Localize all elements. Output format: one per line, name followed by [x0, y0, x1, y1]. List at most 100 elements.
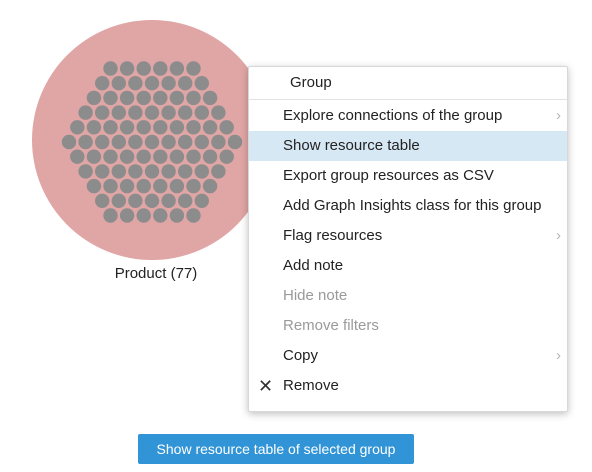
resource-dot: [128, 134, 143, 150]
resource-dot: [178, 134, 193, 150]
resource-dot: [169, 208, 185, 223]
resource-dot: [78, 134, 93, 150]
menu-item-add-graph-insights-class[interactable]: Add Graph Insights class for this group: [249, 191, 567, 221]
menu-item-label: Add note: [283, 257, 344, 274]
chevron-right-icon: ›: [556, 347, 561, 364]
menu-item-hide-note: Hide note: [249, 281, 567, 311]
resource-dot: [95, 193, 110, 208]
resource-dot: [227, 134, 243, 150]
resource-dot: [153, 90, 168, 106]
resource-dot: [136, 120, 151, 135]
resource-dot: [103, 178, 118, 194]
resource-dot: [202, 149, 218, 164]
context-menu-header: Group: [249, 67, 567, 100]
chevron-right-icon: ›: [556, 107, 561, 124]
resource-dot: [178, 105, 193, 120]
resource-dot: [153, 178, 168, 194]
show-resource-table-button[interactable]: Show resource table of selected group: [138, 434, 414, 464]
resource-dot: [219, 149, 234, 164]
resource-dot: [119, 90, 135, 106]
resource-dot: [202, 178, 218, 194]
menu-item-label: Remove filters: [283, 317, 379, 334]
resource-dot: [144, 134, 160, 150]
resource-dot: [111, 134, 127, 150]
resource-dot: [78, 105, 93, 120]
resource-dot: [186, 90, 201, 106]
resource-dot: [95, 105, 110, 120]
resource-dot: [136, 61, 151, 76]
menu-item-flag-resources[interactable]: Flag resources ›: [249, 221, 567, 251]
resource-dot: [78, 164, 93, 179]
resource-dot: [169, 178, 185, 194]
resource-dot: [95, 76, 110, 91]
resource-dot: [128, 193, 143, 208]
group-node-label: Product (77): [114, 265, 198, 282]
resource-dot: [169, 90, 185, 106]
resource-dot: [153, 149, 168, 164]
resource-dot: [136, 149, 151, 164]
resource-dot: [169, 61, 185, 76]
resource-dot: [161, 164, 176, 179]
menu-item-add-note[interactable]: Add note: [249, 251, 567, 281]
resource-dot: [161, 105, 176, 120]
menu-item-label: Show resource table: [283, 137, 420, 154]
resource-dot: [95, 164, 110, 179]
menu-item-label: Remove: [283, 377, 339, 394]
resource-dot: [161, 134, 176, 150]
menu-item-explore-connections[interactable]: Explore connections of the group ›: [249, 101, 567, 131]
resource-dot: [119, 149, 135, 164]
menu-item-label: Export group resources as CSV: [283, 167, 494, 184]
resource-dot: [219, 120, 234, 135]
menu-item-remove-filters: Remove filters: [249, 311, 567, 341]
resource-dot: [70, 120, 85, 135]
resource-dot: [136, 178, 151, 194]
resource-dot: [128, 76, 143, 91]
resource-dot: [86, 178, 102, 194]
resource-dot: [61, 134, 77, 150]
menu-item-label: Copy: [283, 347, 319, 364]
resource-dot: [103, 208, 118, 223]
menu-item-export-csv[interactable]: Export group resources as CSV: [249, 161, 567, 191]
resource-dot: [153, 61, 168, 76]
menu-item-label: Flag resources: [283, 227, 383, 244]
resource-dot: [144, 164, 160, 179]
resource-dot: [194, 134, 209, 150]
resource-dot: [136, 208, 151, 223]
resource-dot: [194, 76, 209, 91]
resource-dot: [178, 76, 193, 91]
group-node-dots: [61, 61, 243, 223]
resource-dot: [144, 76, 160, 91]
resource-dot: [161, 193, 176, 208]
menu-item-show-resource-table[interactable]: Show resource table: [249, 131, 567, 161]
group-node-product[interactable]: [32, 20, 272, 260]
context-menu-list: Explore connections of the group › Show …: [249, 101, 567, 401]
resource-dot: [128, 164, 143, 179]
resource-dot: [119, 208, 135, 223]
resource-dot: [103, 61, 118, 76]
menu-item-remove[interactable]: ✕ Remove: [249, 371, 567, 401]
resource-dot: [103, 90, 118, 106]
resource-dot: [211, 134, 226, 150]
resource-dot: [111, 76, 127, 91]
resource-dot: [95, 134, 110, 150]
menu-item-copy[interactable]: Copy ›: [249, 341, 567, 371]
resource-dot: [202, 120, 218, 135]
resource-dot: [153, 208, 168, 223]
resource-dot: [186, 61, 201, 76]
resource-dot: [86, 149, 102, 164]
resource-dot: [194, 193, 209, 208]
resource-dot: [144, 105, 160, 120]
resource-dot: [119, 120, 135, 135]
close-icon: ✕: [258, 376, 274, 396]
resource-dot: [211, 164, 226, 179]
context-menu: Group Explore connections of the group ›…: [248, 66, 568, 412]
resource-dot: [86, 90, 102, 106]
chevron-right-icon: ›: [556, 227, 561, 244]
resource-dot: [178, 164, 193, 179]
resource-dot: [136, 90, 151, 106]
resource-dot: [103, 120, 118, 135]
resource-dot: [169, 120, 185, 135]
resource-dot: [194, 164, 209, 179]
menu-item-label: Add Graph Insights class for this group: [283, 197, 542, 214]
resource-dot: [103, 149, 118, 164]
